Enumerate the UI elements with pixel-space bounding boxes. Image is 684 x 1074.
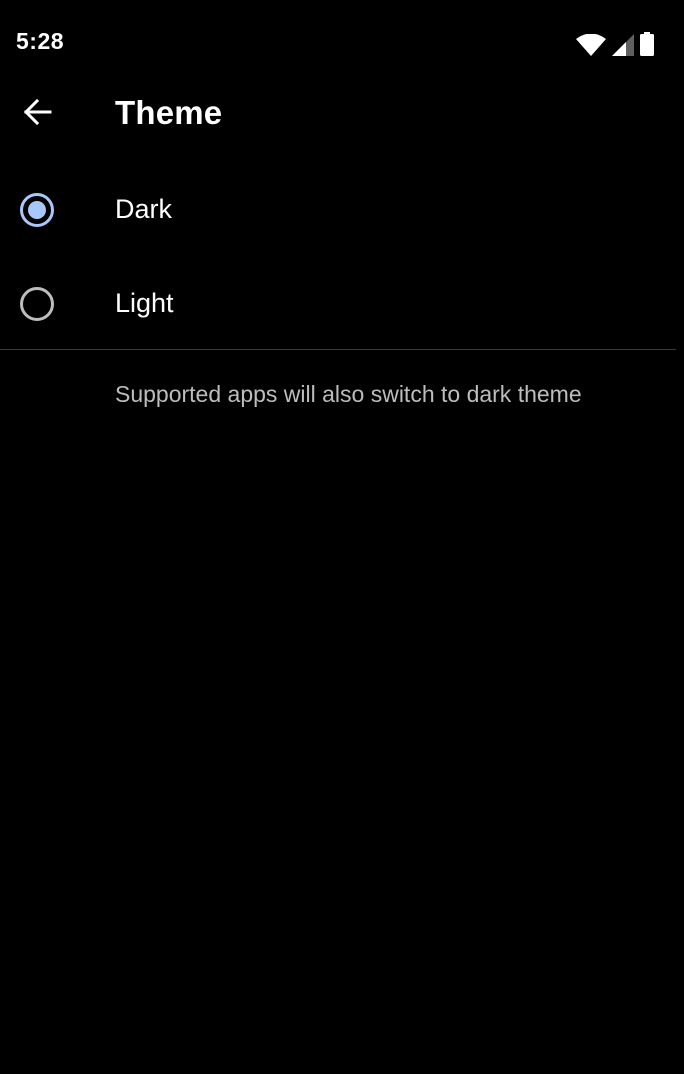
- theme-option-light[interactable]: Light: [0, 257, 676, 351]
- radio-selected-dot: [28, 201, 46, 219]
- wifi-icon: [576, 34, 606, 56]
- arrow-back-icon: [22, 97, 52, 132]
- app-bar: Theme: [0, 84, 684, 144]
- theme-option-dark[interactable]: Dark: [0, 163, 676, 257]
- footer-description: Supported apps will also switch to dark …: [115, 381, 582, 407]
- radio-button-dark[interactable]: [20, 193, 54, 227]
- option-label-light: Light: [115, 288, 174, 318]
- back-button[interactable]: [10, 92, 64, 136]
- status-bar: 5:28: [0, 0, 684, 84]
- status-icons: [576, 30, 654, 56]
- battery-icon: [640, 32, 654, 56]
- radio-button-light[interactable]: [20, 287, 54, 321]
- option-label-dark: Dark: [115, 194, 173, 224]
- page-title: Theme: [115, 94, 223, 131]
- cellular-signal-icon: [612, 34, 634, 56]
- status-time: 5:28: [16, 28, 65, 54]
- divider: [0, 349, 676, 350]
